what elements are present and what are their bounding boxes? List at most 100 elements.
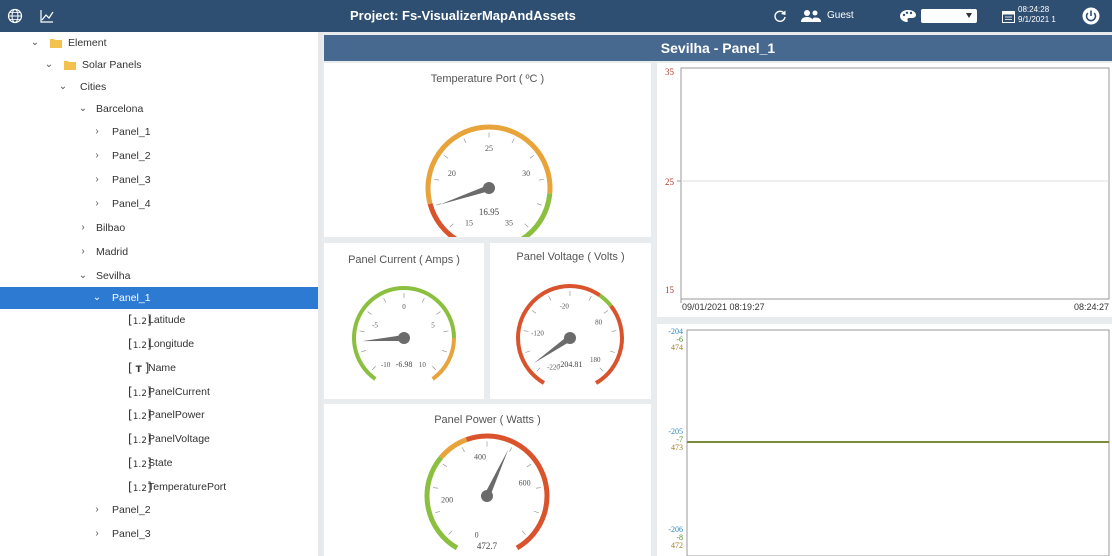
gauge-tick xyxy=(521,530,526,535)
chevron-down-icon[interactable]: ⌄ xyxy=(56,76,70,98)
gauge-tick-label: 400 xyxy=(474,453,486,462)
gauge-arc-band xyxy=(598,293,613,308)
tree-attribute-row[interactable]: [1.2] State xyxy=(0,452,318,474)
globe-icon[interactable] xyxy=(6,0,24,32)
gauge-tick-label: -10 xyxy=(381,361,391,369)
gauge-tick-label: -120 xyxy=(531,329,544,337)
folder-icon xyxy=(50,39,62,48)
gauge-tick xyxy=(371,366,376,371)
palette-icon[interactable] xyxy=(899,0,917,32)
gauge-tick xyxy=(449,223,454,228)
attribute-label: TemperaturePort xyxy=(148,481,227,493)
gauge-arc-band xyxy=(520,193,553,237)
chevron-right-icon[interactable]: › xyxy=(90,169,104,191)
chevron-down-icon[interactable]: ⌄ xyxy=(28,32,42,54)
attribute-label: PanelCurrent xyxy=(148,386,210,398)
tree-node-barcelona-panel[interactable]: › Panel_4 xyxy=(0,193,318,215)
temperature-trend-card: 35 25 15 09/01/2021 08:19:27 08:24:27 xyxy=(657,63,1112,317)
folder-icon xyxy=(64,61,76,70)
tree-node-label: Panel_4 xyxy=(112,198,151,210)
gauge-tick xyxy=(359,330,365,333)
voltage-gauge: -220-120-2080180-204.81 xyxy=(516,284,624,385)
calendar-icon[interactable] xyxy=(1000,0,1016,32)
gauge-tick xyxy=(361,350,367,353)
chevron-right-icon[interactable]: › xyxy=(76,217,90,239)
tree-attribute-row[interactable]: [1.2] PanelCurrent xyxy=(0,381,318,403)
gauge-needle xyxy=(362,335,405,342)
chevron-right-icon[interactable]: › xyxy=(90,523,104,545)
chevron-right-icon[interactable]: › xyxy=(76,241,90,263)
gauge-arc-band xyxy=(427,203,458,237)
tree-node-cities[interactable]: ⌄ Cities xyxy=(0,76,318,98)
gauge-tick-label: 200 xyxy=(441,495,453,504)
tree-node-label: Element xyxy=(68,37,107,49)
tree-node-madrid[interactable]: › Madrid xyxy=(0,241,318,263)
gauge-hub xyxy=(481,490,493,502)
chevron-right-icon[interactable]: › xyxy=(90,145,104,167)
chevron-down-icon[interactable]: ⌄ xyxy=(90,287,104,309)
tree-node-barcelona[interactable]: ⌄ Barcelona xyxy=(0,98,318,120)
chevron-down-icon[interactable]: ⌄ xyxy=(42,54,56,76)
tree-attribute-row[interactable]: [1.2] PanelVoltage xyxy=(0,428,318,450)
gauge-tick xyxy=(531,310,537,314)
gauge-hub xyxy=(483,182,495,194)
refresh-icon[interactable] xyxy=(770,0,790,32)
chevron-right-icon[interactable]: › xyxy=(90,121,104,143)
tree-node-barcelona-panel[interactable]: › Panel_1 xyxy=(0,121,318,143)
gauge-tick xyxy=(526,463,532,468)
chart-icon[interactable] xyxy=(38,0,56,32)
tree-node-sevilha-panel[interactable]: › Panel_2 xyxy=(0,499,318,521)
tree-node-label: Panel_2 xyxy=(112,504,151,516)
tree-node-barcelona-panel[interactable]: › Panel_2 xyxy=(0,145,318,167)
gauge-tick-label: 80 xyxy=(595,319,603,327)
tree-node-label: Panel_2 xyxy=(112,150,151,162)
tree-node-element[interactable]: ⌄ Element xyxy=(0,32,318,54)
tree-node-sevilha-panel[interactable]: › Panel_3 xyxy=(0,523,318,545)
gauge-value-label: -204.81 xyxy=(558,360,583,369)
power-icon[interactable] xyxy=(1080,0,1102,32)
gauge-tick xyxy=(448,530,453,535)
gauge-tick xyxy=(432,366,437,371)
attribute-label: State xyxy=(148,457,173,469)
tree-node-barcelona-panel[interactable]: › Panel_3 xyxy=(0,169,318,191)
voltage-gauge-card: Panel Voltage ( Volts ) -220 -120 -20 80 180… xyxy=(490,243,651,399)
tree-attribute-row[interactable]: [ T ] Name xyxy=(0,357,318,379)
chevron-right-icon[interactable]: › xyxy=(90,193,104,215)
tree-node-sevilha-panel-1[interactable]: ⌄ Panel_1 xyxy=(0,287,318,309)
gauge-value-label: 472.7 xyxy=(477,541,498,551)
tree-attribute-row[interactable]: [1.2] Longitude xyxy=(0,333,318,355)
gauge-tick-label: 35 xyxy=(505,219,513,228)
gauge-tick-label: 15 xyxy=(465,219,473,228)
tree-node-label: Panel_3 xyxy=(112,174,151,186)
electrical-trend-chart: -204-6474-205-7473-206-8472 xyxy=(668,327,1110,556)
trend-y-label: 474 xyxy=(671,343,683,352)
theme-select[interactable] xyxy=(921,9,977,23)
power-gauge: 0 200 400 600 472.7 xyxy=(424,433,550,551)
tree-node-bilbao[interactable]: › Bilbao xyxy=(0,217,318,239)
temperature-gauge: 15 20 25 30 35 16.95 xyxy=(425,124,553,237)
gauge-tick xyxy=(535,487,541,489)
trend-y-label: 472 xyxy=(671,541,683,550)
chevron-down-icon[interactable]: ⌄ xyxy=(76,265,90,287)
trend-y-label: 35 xyxy=(665,67,675,77)
user-group-icon[interactable] xyxy=(800,0,822,32)
attribute-label: Longitude xyxy=(148,338,195,350)
tree-attribute-row[interactable]: [1.2] TemperaturePort xyxy=(0,476,318,498)
tree-attribute-row[interactable]: [1.2] PanelPower xyxy=(0,404,318,426)
dashboard: Sevilha - Panel_1 Temperature Port ( ºC … xyxy=(322,32,1112,556)
current-date: 9/1/2021 1 xyxy=(1018,15,1056,24)
tree-node-solar-panels[interactable]: ⌄ Solar Panels xyxy=(0,54,318,76)
chevron-right-icon[interactable]: › xyxy=(90,499,104,521)
tree-node-sevilha[interactable]: ⌄ Sevilha xyxy=(0,265,318,287)
dashboard-title: Sevilha - Panel_1 xyxy=(324,35,1112,61)
gauge-tick xyxy=(523,330,529,332)
gauge-tick xyxy=(383,297,387,303)
top-bar: Project: Fs-VisualizerMapAndAssets Guest… xyxy=(0,0,1112,32)
gauge-tick xyxy=(524,223,529,228)
attribute-label: Latitude xyxy=(148,314,186,326)
chevron-down-icon[interactable]: ⌄ xyxy=(76,98,90,120)
gauge-tick-label: 30 xyxy=(522,169,530,178)
gauge-tick xyxy=(599,367,604,372)
gauge-tick xyxy=(588,295,592,301)
tree-attribute-row[interactable]: [1.2] Latitude xyxy=(0,309,318,331)
